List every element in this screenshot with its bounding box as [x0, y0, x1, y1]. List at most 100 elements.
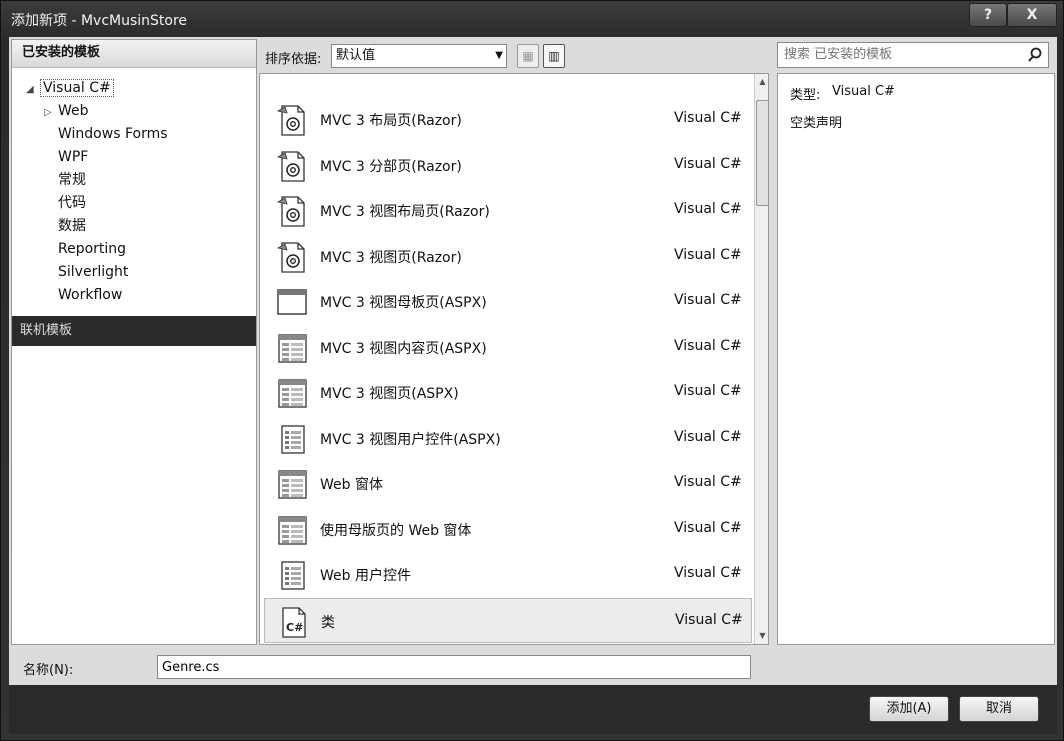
sidebar-item[interactable]: Windows Forms	[44, 123, 168, 145]
sort-toolbar: 排序依据: 默认值 ▼ ▦ ▥	[259, 39, 769, 73]
template-language: Visual C#	[675, 611, 743, 628]
template-language: Visual C#	[674, 246, 742, 263]
cancel-button[interactable]: 取消	[959, 696, 1039, 722]
window-title: 添加新项 - MvcMusinStore	[11, 13, 188, 29]
razor-page-icon	[276, 196, 305, 227]
list-view-icon[interactable]: ▦	[517, 44, 539, 68]
template-row[interactable]: 使用母版页的 Web 窗体 Visual C#	[264, 507, 752, 552]
razor-page-icon	[276, 105, 305, 136]
chevron-down-icon: ▼	[495, 50, 503, 61]
template-language: Visual C#	[674, 155, 742, 172]
scroll-thumb[interactable]	[756, 100, 768, 206]
template-name: MVC 3 分部页(Razor)	[320, 158, 462, 175]
help-button[interactable]: ?	[969, 3, 1007, 27]
template-language: Visual C#	[674, 201, 742, 217]
details-view-icon[interactable]: ▥	[543, 44, 565, 68]
sort-dropdown[interactable]: 默认值 ▼	[331, 44, 507, 68]
dialog-body: 已安装的模板 ◢ Visual C# ▷ Web Windows Forms WPF 常规代…	[9, 37, 1057, 734]
expander-icon[interactable]: ▷	[44, 102, 58, 124]
sidebar-item[interactable]: WPF	[44, 146, 88, 168]
sidebar-item[interactable]: ◢ Visual C#	[26, 77, 114, 99]
sidebar-item[interactable]: 常规	[44, 169, 86, 191]
template-name: MVC 3 视图母板页(ASPX)	[320, 295, 487, 311]
template-row[interactable]: MVC 3 视图用户控件(ASPX) Visual C#	[264, 416, 752, 461]
template-name: 类	[321, 614, 335, 631]
sidebar-item[interactable]: ▷ Web	[44, 100, 89, 122]
sidebar-item[interactable]: Workflow	[44, 284, 122, 306]
sort-value: 默认值	[336, 48, 376, 63]
sidebar-item-label: Silverlight	[58, 264, 129, 280]
close-button[interactable]: X	[1007, 3, 1057, 27]
sidebar-item[interactable]: 代码	[44, 192, 86, 214]
template-row[interactable]: 母版页Visual C#	[264, 643, 752, 644]
template-language: Visual C#	[674, 383, 742, 399]
sidebar-item-label: 代码	[58, 195, 86, 211]
template-name: 使用母版页的 Web 窗体	[320, 522, 472, 539]
scroll-up-icon[interactable]: ▲	[755, 74, 768, 90]
template-name: MVC 3 视图内容页(ASPX)	[320, 340, 487, 357]
web-form-icon	[278, 333, 307, 363]
template-row[interactable]: Web 窗体 Visual C#	[264, 461, 752, 506]
template-row[interactable]: MVC 3 视图页(Razor) Visual C#	[264, 234, 752, 279]
web-form-icon	[278, 470, 307, 499]
template-name: MVC 3 视图页(ASPX)	[320, 386, 459, 402]
sidebar-item[interactable]: 数据	[44, 215, 86, 237]
sidebar-item[interactable]: Reporting	[44, 238, 126, 260]
online-templates-item[interactable]: 联机模板	[12, 316, 256, 346]
user-control-icon	[281, 561, 305, 590]
sidebar-item-label: 常规	[58, 172, 86, 188]
template-name: MVC 3 视图用户控件(ASPX)	[320, 431, 501, 448]
add-button[interactable]: 添加(A)	[869, 696, 949, 722]
search-icon[interactable]	[1026, 46, 1044, 64]
name-label: 名称(N):	[23, 663, 74, 678]
template-name: Web 用户控件	[320, 568, 411, 584]
template-language: Visual C#	[674, 337, 742, 354]
template-categories-panel: 已安装的模板 ◢ Visual C# ▷ Web Windows Forms WPF 常规代…	[11, 39, 257, 645]
template-language: Visual C#	[674, 519, 742, 536]
template-list-scrollbar[interactable]: ▲ ▼	[754, 74, 768, 644]
template-name: MVC 3 视图页(Razor)	[320, 249, 462, 266]
name-field[interactable]	[157, 655, 751, 679]
type-label: 类型:	[790, 88, 821, 103]
installed-templates-header: 已安装的模板	[12, 40, 256, 68]
template-row[interactable]: MVC 3 视图页(ASPX) Visual C#	[264, 370, 752, 415]
template-row[interactable]: MVC 3 视图内容页(ASPX) Visual C#	[264, 325, 752, 370]
template-language: Visual C#	[674, 428, 742, 445]
dialog-button-bar: 添加(A) 取消	[9, 685, 1057, 734]
template-row[interactable]: MVC 3 分部页(Razor) Visual C#	[264, 143, 752, 188]
web-form-icon	[278, 379, 307, 408]
template-row[interactable]: C# 类 Visual C#	[264, 597, 752, 643]
add-new-item-dialog: 添加新项 - MvcMusinStore ? X 已安装的模板 ◢ Visual …	[0, 0, 1064, 741]
template-name: Web 窗体	[320, 477, 383, 493]
razor-page-icon	[276, 241, 305, 273]
sidebar-item-label: 数据	[58, 218, 86, 234]
title-bar[interactable]: 添加新项 - MvcMusinStore ? X	[1, 1, 1064, 37]
web-form-icon	[278, 515, 307, 545]
scroll-down-icon[interactable]: ▼	[755, 628, 768, 644]
template-name: MVC 3 布局页(Razor)	[320, 113, 462, 129]
razor-page-icon	[276, 150, 305, 182]
template-row[interactable]: Web 用户控件 Visual C#	[264, 552, 752, 597]
expander-icon[interactable]: ◢	[26, 79, 40, 101]
class-file-icon: C#	[282, 606, 306, 638]
user-control-icon	[281, 424, 305, 454]
type-value: Visual C#	[832, 84, 895, 99]
name-row: 名称(N):	[11, 649, 1055, 687]
sort-label: 排序依据:	[265, 52, 322, 67]
template-name: MVC 3 视图布局页(Razor)	[320, 204, 490, 220]
template-row[interactable]: MVC 3 视图母板页(ASPX) Visual C#	[264, 279, 752, 324]
search-input[interactable]	[784, 47, 1024, 62]
svg-text:C#: C#	[286, 621, 303, 634]
template-language: Visual C#	[674, 565, 742, 581]
template-language: Visual C#	[674, 110, 742, 126]
sidebar-item-label: Web	[58, 103, 89, 119]
sidebar-item-label: Workflow	[58, 287, 123, 303]
search-box[interactable]	[777, 42, 1049, 68]
template-row[interactable]: MVC 3 视图布局页(Razor) Visual C#	[264, 188, 752, 233]
sidebar-item-label: Reporting	[58, 241, 127, 257]
template-list: MVC 3 布局页(Razor) Visual C# MVC 3 分部页(Razor…	[259, 73, 769, 645]
template-language: Visual C#	[674, 474, 742, 490]
sidebar-item-label: Visual C#	[40, 79, 114, 97]
template-row[interactable]: MVC 3 布局页(Razor) Visual C#	[264, 97, 752, 142]
sidebar-item[interactable]: Silverlight	[44, 261, 128, 283]
